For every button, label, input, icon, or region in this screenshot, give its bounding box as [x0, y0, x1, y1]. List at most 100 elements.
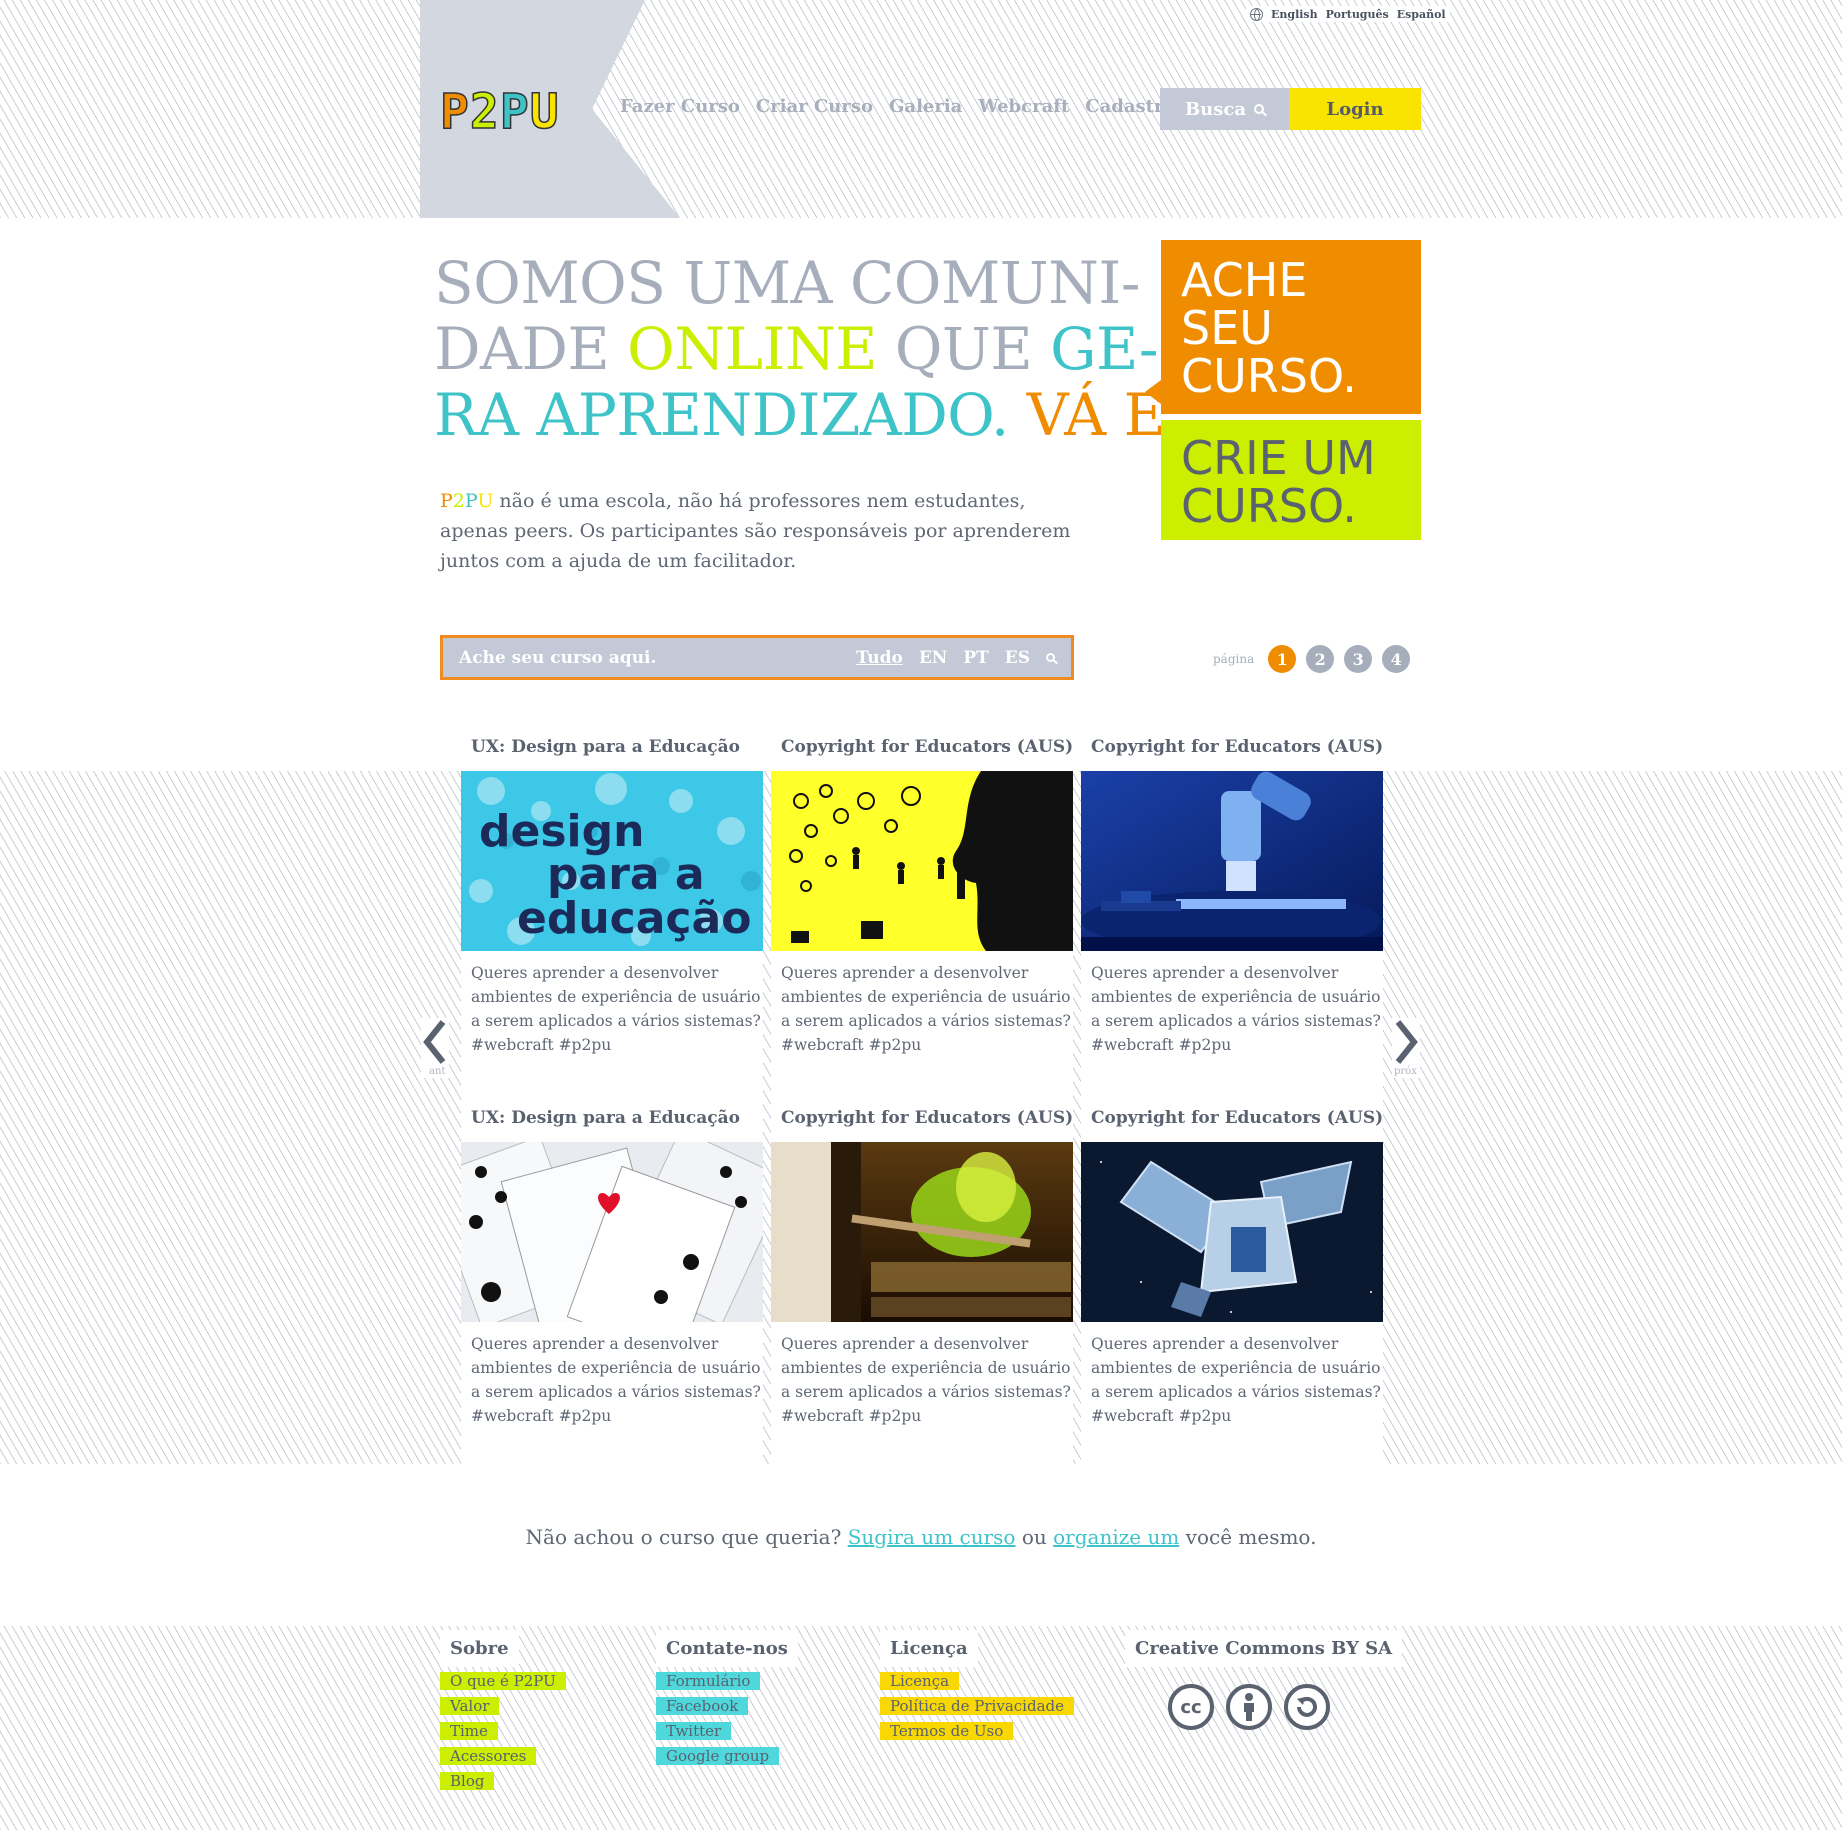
organize-course-link[interactable]: organize um	[1053, 1525, 1179, 1549]
course-search-input[interactable]: Ache seu curso aqui. Tudo EN PT ES	[440, 635, 1074, 680]
hero-word-online: ONLINE	[627, 315, 877, 383]
footer-link-facebook[interactable]: Facebook	[656, 1697, 749, 1715]
share-alike-icon[interactable]	[1284, 1684, 1330, 1730]
cta-before: Não achou o curso que queria?	[525, 1525, 848, 1549]
filter-tudo[interactable]: Tudo	[856, 648, 903, 668]
course-title[interactable]: Copyright for Educators (AUS)	[1091, 1108, 1383, 1128]
language-english[interactable]: English	[1271, 8, 1318, 21]
page-3[interactable]: 3	[1344, 645, 1373, 673]
footer-link-blog[interactable]: Blog	[440, 1772, 495, 1790]
footer-link-valor[interactable]: Valor	[440, 1697, 500, 1715]
course-image-satellite[interactable]	[1081, 1142, 1383, 1322]
footer-heading-cc: Creative Commons BY SA	[1125, 1630, 1403, 1667]
footer-link-formulario[interactable]: Formulário	[656, 1672, 761, 1690]
design-image-line3: educação	[517, 893, 751, 944]
course-description: Queres aprender a desenvolver ambientes …	[781, 1335, 1071, 1425]
course-title[interactable]: Copyright for Educators (AUS)	[781, 737, 1073, 757]
page-2[interactable]: 2	[1306, 645, 1335, 673]
course-card[interactable]: UX: Design para a Educação design para a…	[461, 729, 763, 1102]
language-espanol[interactable]: Español	[1397, 8, 1446, 21]
footer-link-licenca[interactable]: Licença	[880, 1672, 960, 1690]
footer-link-google-group[interactable]: Google group	[656, 1747, 780, 1765]
intro-brand-u: U	[477, 490, 494, 512]
course-description: Queres aprender a desenvolver ambientes …	[471, 964, 761, 1054]
footer-link-twitter[interactable]: Twitter	[656, 1722, 732, 1740]
carousel-next-button[interactable]: próx	[1392, 1018, 1420, 1078]
carousel-prev-button[interactable]: ant	[421, 1018, 449, 1078]
footer-col-contato: Contate-nos Formulário Facebook Twitter …	[656, 1630, 798, 1771]
footer-link-privacidade[interactable]: Política de Privacidade	[880, 1697, 1074, 1715]
cc-icon[interactable]: cc	[1168, 1684, 1214, 1730]
hero-line-2a: DADE	[434, 315, 628, 383]
page-4[interactable]: 4	[1382, 645, 1411, 673]
footer-link-time[interactable]: Time	[440, 1722, 498, 1740]
cc-license-icons[interactable]: cc	[1168, 1684, 1330, 1730]
filter-es[interactable]: ES	[1005, 648, 1030, 668]
hero-word-ge: GE-	[1050, 315, 1159, 383]
footer-link-acessores[interactable]: Acessores	[440, 1747, 537, 1765]
main-nav: Fazer Curso Criar Curso Galeria Webcraft…	[620, 96, 1204, 117]
course-card[interactable]: Copyright for Educators (AUS) Queres apr…	[771, 729, 1073, 1102]
course-image-microscope[interactable]	[1081, 771, 1383, 951]
find-course-card[interactable]: ACHE SEU CURSO.	[1145, 240, 1421, 414]
pagination: página 1 2 3 4	[1213, 645, 1411, 673]
footer-col-licenca: Licença Licença Política de Privacidade …	[880, 1630, 1074, 1746]
course-card[interactable]: Copyright for Educators (AUS) Queres apr…	[771, 1100, 1073, 1473]
hero-line-2c: QUE	[877, 315, 1051, 383]
nav-galeria[interactable]: Galeria	[889, 96, 962, 117]
page-1[interactable]: 1	[1268, 645, 1297, 673]
chevron-left-icon	[423, 1020, 446, 1064]
course-description: Queres aprender a desenvolver ambientes …	[781, 964, 1071, 1054]
course-card[interactable]: Copyright for Educators (AUS) Queres apr…	[1081, 1100, 1383, 1473]
nav-criar-curso[interactable]: Criar Curso	[756, 96, 873, 117]
logo-letter-p: P	[439, 83, 470, 141]
search-icon	[1254, 104, 1265, 114]
cta-after: você mesmo.	[1179, 1525, 1317, 1549]
course-card[interactable]: Copyright for Educators (AUS) Queres apr…	[1081, 729, 1383, 1102]
logo-letter-u: U	[529, 83, 560, 141]
course-description: Queres aprender a desenvolver ambientes …	[1091, 964, 1381, 1054]
course-image-design[interactable]: design para a educação	[461, 771, 763, 951]
suggest-course-link[interactable]: Sugira um curso	[848, 1525, 1016, 1549]
hero-line-3a: RA APRENDIZADO.	[434, 381, 1027, 449]
language-switcher: English Português Español	[1246, 6, 1450, 22]
footer-link-o-que-e[interactable]: O que é P2PU	[440, 1672, 566, 1690]
course-image-cards[interactable]	[461, 1142, 763, 1322]
intro-brand-p: P	[440, 490, 453, 512]
intro-brand-2: 2	[452, 490, 465, 512]
course-title[interactable]: UX: Design para a Educação	[471, 737, 740, 757]
footer-link-termos[interactable]: Termos de Uso	[880, 1722, 1014, 1740]
course-title[interactable]: Copyright for Educators (AUS)	[1091, 737, 1383, 757]
nav-webcraft[interactable]: Webcraft	[978, 96, 1069, 117]
login-button[interactable]: Login	[1289, 88, 1421, 130]
suggest-course-line: Não achou o curso que queria? Sugira um …	[0, 1525, 1842, 1549]
course-description: Queres aprender a desenvolver ambientes …	[471, 1335, 761, 1425]
course-title[interactable]: UX: Design para a Educação	[471, 1108, 740, 1128]
carousel-prev-label: ant	[429, 1066, 446, 1077]
course-title[interactable]: Copyright for Educators (AUS)	[781, 1108, 1073, 1128]
filter-pt[interactable]: PT	[963, 648, 988, 668]
intro-paragraph: P2PU não é uma escola, não há professore…	[440, 486, 1080, 576]
course-image-kitchen[interactable]	[771, 1142, 1073, 1322]
course-image-copyright[interactable]	[771, 771, 1073, 951]
language-portugues[interactable]: Português	[1326, 8, 1389, 21]
hero-headline: SOMOS UMA COMUNI- DADE ONLINE QUE GE- RA…	[434, 250, 1166, 449]
logo-letter-2: 2	[469, 83, 500, 141]
p2pu-logo[interactable]: P 2 P U	[439, 83, 560, 141]
footer-heading-contato: Contate-nos	[656, 1630, 798, 1667]
search-button[interactable]: Busca	[1160, 88, 1289, 130]
filter-en[interactable]: EN	[919, 648, 948, 668]
filter-search-icon[interactable]	[1046, 653, 1055, 662]
logo-letter-p2: P	[499, 83, 530, 141]
footer-col-sobre: Sobre O que é P2PU Valor Time Acessores …	[440, 1630, 566, 1796]
globe-icon	[1250, 7, 1263, 21]
carousel-next-label: próx	[1394, 1066, 1417, 1077]
language-filter: Tudo EN PT ES	[856, 648, 1055, 668]
course-card[interactable]: UX: Design para a Educação Queres aprend…	[461, 1100, 763, 1473]
footer-heading-sobre: Sobre	[440, 1630, 519, 1667]
create-course-card[interactable]: CRIE UM CURSO.	[1161, 420, 1421, 540]
chevron-right-icon	[1395, 1020, 1418, 1064]
login-label: Login	[1326, 98, 1384, 120]
nav-fazer-curso[interactable]: Fazer Curso	[620, 96, 740, 117]
attribution-icon[interactable]	[1226, 1684, 1272, 1730]
